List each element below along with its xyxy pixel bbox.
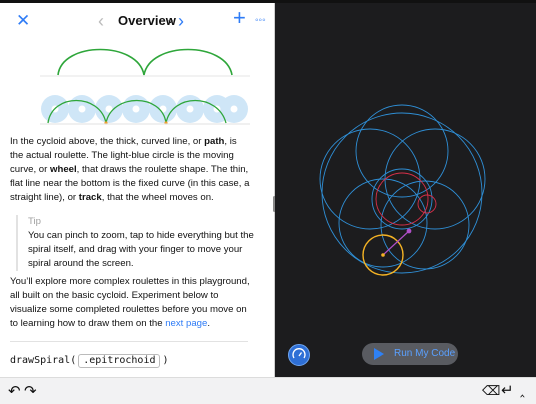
run-my-code-button[interactable]: Run My Code (362, 343, 458, 365)
wheel-hub (186, 105, 194, 113)
paragraph-text: , that the wheel moves on. (101, 192, 214, 203)
pen-arm (382, 230, 410, 256)
divider (10, 341, 248, 342)
redo-icon[interactable]: ↷ (24, 382, 37, 400)
spiral-drawing (319, 104, 486, 276)
speed-control-button[interactable] (288, 344, 310, 366)
app-window: ✕ ‹ Overview ⌄ › + ◦◦◦ In the cycloid ab… (0, 0, 536, 404)
wheel-hub (230, 105, 238, 113)
run-my-code-label: Run My Code (394, 348, 456, 359)
explore-text: You’ll explore more complex roulettes in… (10, 276, 250, 329)
return-icon[interactable]: ↵ (501, 381, 514, 399)
wheel-hub (159, 105, 167, 113)
undo-icon[interactable]: ↶ (8, 382, 21, 400)
instructions-pane: ✕ ‹ Overview ⌄ › + ◦◦◦ In the cycloid ab… (0, 3, 274, 377)
bold-term: wheel (50, 164, 77, 175)
next-page-link[interactable]: next page (165, 318, 207, 329)
bold-term: path (204, 136, 225, 147)
cycloid-path-curve (57, 48, 233, 76)
close-icon[interactable]: ✕ (16, 12, 30, 30)
tip-box: Tip You can pinch to zoom, tap to hide e… (16, 215, 260, 271)
hide-keyboard-icon[interactable]: ‸ (520, 381, 525, 398)
cycloid-wheels-figure (40, 95, 250, 125)
shortcut-toolbar: ↶ ↷ ⌫ ↵ ‸ (0, 377, 536, 404)
explore-period: . (207, 318, 211, 329)
paragraph-rich-text: In the cycloid above, the thick, curved … (10, 135, 250, 205)
chevron-down-icon[interactable]: ⌄ (166, 13, 175, 26)
play-icon (374, 348, 384, 360)
more-options-icon[interactable]: ◦◦◦ (255, 12, 266, 30)
code-close-paren[interactable]: ) (162, 355, 168, 366)
previous-page-icon[interactable]: ‹ (98, 12, 104, 30)
add-icon[interactable]: + (233, 7, 246, 29)
outer-spiral (319, 104, 486, 274)
spiral-loop (319, 128, 421, 230)
inner-curve-lobe (417, 194, 437, 214)
tip-label: Tip (28, 216, 41, 227)
paragraph-text: In the cycloid above, the thick, curved … (10, 136, 205, 147)
wheel-center (381, 253, 385, 257)
delete-icon[interactable]: ⌫ (482, 383, 500, 399)
live-view[interactable]: Run My Code (275, 3, 536, 377)
spiral-loop (380, 180, 470, 270)
code-function[interactable]: drawSpiral( (10, 355, 76, 366)
wheel-hub (132, 105, 140, 113)
spiral-loop (371, 168, 433, 230)
tip-text: You can pinch to zoom, tap to hide every… (28, 230, 254, 269)
spiral-loop (384, 128, 486, 230)
explore-paragraph: You’ll explore more complex roulettes in… (10, 275, 250, 331)
cycloid-path-figure (40, 48, 250, 77)
explanation-paragraph: In the cycloid above, the thick, curved … (10, 135, 250, 205)
wheel-hub (78, 105, 86, 113)
code-editor-line[interactable]: drawSpiral(.epitrochoid) (10, 354, 169, 368)
next-page-icon[interactable]: › (178, 12, 184, 30)
code-placeholder-token[interactable]: .epitrochoid (78, 354, 161, 368)
speedometer-icon (292, 348, 306, 359)
pen-tip (406, 228, 412, 234)
bold-term: track (78, 192, 102, 203)
nav-bar: ✕ ‹ Overview ⌄ › + ◦◦◦ (0, 3, 274, 37)
